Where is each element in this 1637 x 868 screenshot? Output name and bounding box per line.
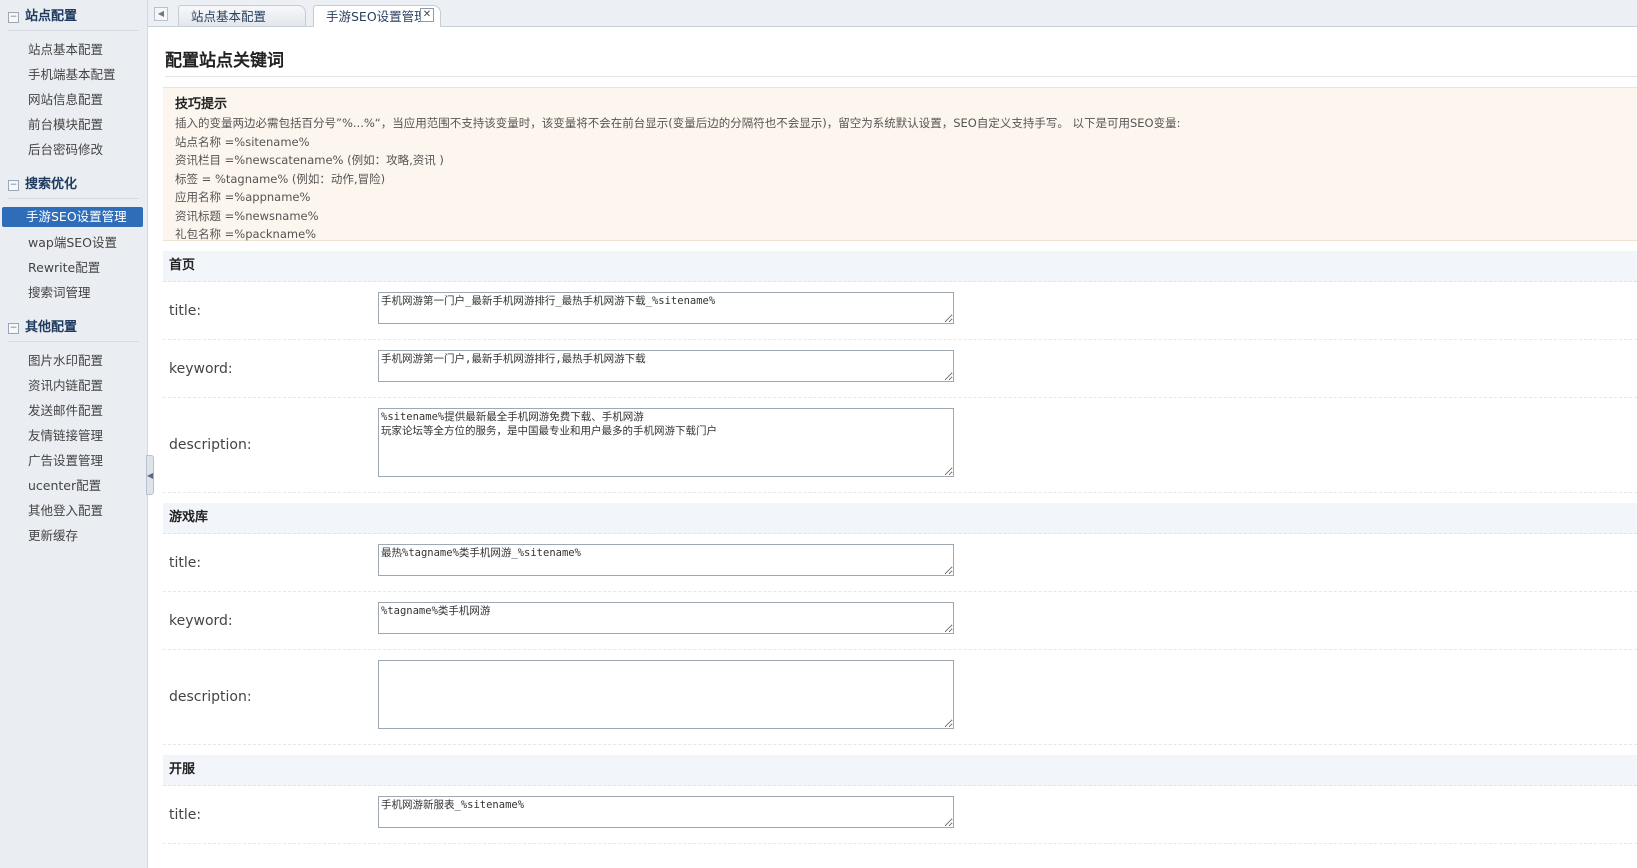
tip-line: 应用名称 =%appname% — [175, 190, 311, 204]
sidebar-group-seo: − 搜索优化 手游SEO设置管理 wap端SEO设置 Rewrite配置 搜索词… — [0, 172, 147, 311]
section-heading-servers: 开服 — [163, 755, 1637, 786]
collapse-toggle-icon[interactable]: − — [8, 179, 19, 191]
sidebar-group-title: 其他配置 — [25, 320, 78, 335]
sidebar: − 站点配置 站点基本配置 手机端基本配置 网站信息配置 前台模块配置 后台密码… — [0, 0, 148, 868]
field-label-title: title: — [169, 554, 202, 571]
sidebar-item-wap-seo[interactable]: wap端SEO设置 — [2, 230, 145, 255]
tab-site-basic[interactable]: 站点基本配置 — [178, 5, 306, 26]
tip-line: 资讯标题 =%newsname% — [175, 208, 319, 223]
sidebar-item-admin-password[interactable]: 后台密码修改 — [2, 137, 145, 162]
sidebar-item-frontend-modules[interactable]: 前台模块配置 — [2, 112, 145, 137]
tips-panel: 技巧提示 插入的变量两边必需包括百分号”%...%“，当应用范围不支持该变量时，… — [163, 87, 1637, 241]
sidebar-item-friend-links[interactable]: 友情链接管理 — [2, 423, 145, 448]
sidebar-item-mobile-basic[interactable]: 手机端基本配置 — [2, 62, 145, 87]
sidebar-item-rewrite[interactable]: Rewrite配置 — [2, 255, 145, 280]
field-row: keyword: %tagname%类手机网游 — [163, 592, 1637, 650]
sidebar-item-other-login[interactable]: 其他登入配置 — [2, 498, 145, 523]
sidebar-item-news-links[interactable]: 资讯内链配置 — [2, 373, 145, 398]
servers-title-input[interactable]: 手机网游新服表_%sitename% — [378, 796, 954, 828]
field-label-title: title: — [169, 806, 202, 823]
sidebar-group-title: 搜索优化 — [25, 177, 78, 192]
sidebar-group-header[interactable]: − 其他配置 — [8, 315, 139, 342]
field-row: title: 最热%tagname%类手机网游_%sitename% — [163, 534, 1637, 592]
tip-line: 插入的变量两边必需包括百分号”%...%“，当应用范围不支持该变量时，该变量将不… — [175, 116, 1181, 130]
games-keyword-input[interactable]: %tagname%类手机网游 — [378, 602, 954, 634]
sidebar-group-site-config: − 站点配置 站点基本配置 手机端基本配置 网站信息配置 前台模块配置 后台密码… — [0, 4, 147, 168]
home-description-input[interactable]: %sitename%提供最新最全手机网游免费下载、手机网游 玩家论坛等全方位的服… — [378, 408, 954, 477]
sidebar-item-update-cache[interactable]: 更新缓存 — [2, 523, 145, 548]
sidebar-collapse-handle-icon[interactable]: ◀ — [146, 455, 154, 495]
section-heading-games: 游戏库 — [163, 503, 1637, 534]
tab-bar: ◀ 站点基本配置 手游SEO设置管理 ✕ — [148, 0, 1637, 27]
sidebar-item-ucenter[interactable]: ucenter配置 — [2, 473, 145, 498]
field-row: keyword: 手机网游第一门户,最新手机网游排行,最热手机网游下载 — [163, 340, 1637, 398]
sidebar-item-email[interactable]: 发送邮件配置 — [2, 398, 145, 423]
tab-close-icon[interactable]: ✕ — [420, 8, 434, 22]
collapse-toggle-icon[interactable]: − — [8, 11, 19, 23]
tip-line: 站点名称 =%sitename% — [175, 134, 310, 149]
collapse-toggle-icon[interactable]: − — [8, 322, 19, 334]
sidebar-group-other: − 其他配置 图片水印配置 资讯内链配置 发送邮件配置 友情链接管理 广告设置管… — [0, 315, 147, 554]
field-label-description: description: — [169, 689, 252, 705]
sidebar-group-title: 站点配置 — [25, 9, 78, 24]
sidebar-group-header[interactable]: − 搜索优化 — [8, 172, 139, 199]
sidebar-item-ads[interactable]: 广告设置管理 — [2, 448, 145, 473]
field-label-keyword: keyword: — [169, 612, 233, 629]
field-row: description: %sitename%提供最新最全手机网游免费下载、手机… — [163, 398, 1637, 493]
games-description-input[interactable] — [378, 660, 954, 729]
sidebar-group-header[interactable]: − 站点配置 — [8, 4, 139, 31]
sidebar-item-site-basic[interactable]: 站点基本配置 — [2, 37, 145, 62]
games-title-input[interactable]: 最热%tagname%类手机网游_%sitename% — [378, 544, 954, 576]
tip-line: 标签 = %tagname% (例如：动作,冒险) — [175, 171, 386, 186]
field-row: title: 手机网游新服表_%sitename% — [163, 786, 1637, 844]
field-row: title: 手机网游第一门户_最新手机网游排行_最热手机网游下载_%siten… — [163, 282, 1637, 340]
field-label-title: title: — [169, 302, 202, 319]
tab-scroll-left-icon[interactable]: ◀ — [154, 7, 168, 21]
sidebar-item-search-terms[interactable]: 搜索词管理 — [2, 280, 145, 305]
tips-title: 技巧提示 — [175, 97, 228, 112]
field-row: description: — [163, 650, 1637, 745]
home-keyword-input[interactable]: 手机网游第一门户,最新手机网游排行,最热手机网游下载 — [378, 350, 954, 382]
main-content: 配置站点关键词 技巧提示 插入的变量两边必需包括百分号”%...%“，当应用范围… — [163, 26, 1637, 868]
field-label-keyword: keyword: — [169, 360, 233, 377]
sidebar-item-mobile-game-seo[interactable]: 手游SEO设置管理 — [2, 207, 143, 227]
tip-line: 资讯栏目 =%newscatename% (例如：攻略,资讯 ) — [175, 153, 444, 167]
page-title: 配置站点关键词 — [165, 46, 1637, 77]
section-heading-home: 首页 — [163, 251, 1637, 282]
sidebar-item-watermark[interactable]: 图片水印配置 — [2, 348, 145, 373]
sidebar-item-site-info[interactable]: 网站信息配置 — [2, 87, 145, 112]
field-label-description: description: — [169, 437, 252, 453]
home-title-input[interactable]: 手机网游第一门户_最新手机网游排行_最热手机网游下载_%sitename% — [378, 292, 954, 324]
